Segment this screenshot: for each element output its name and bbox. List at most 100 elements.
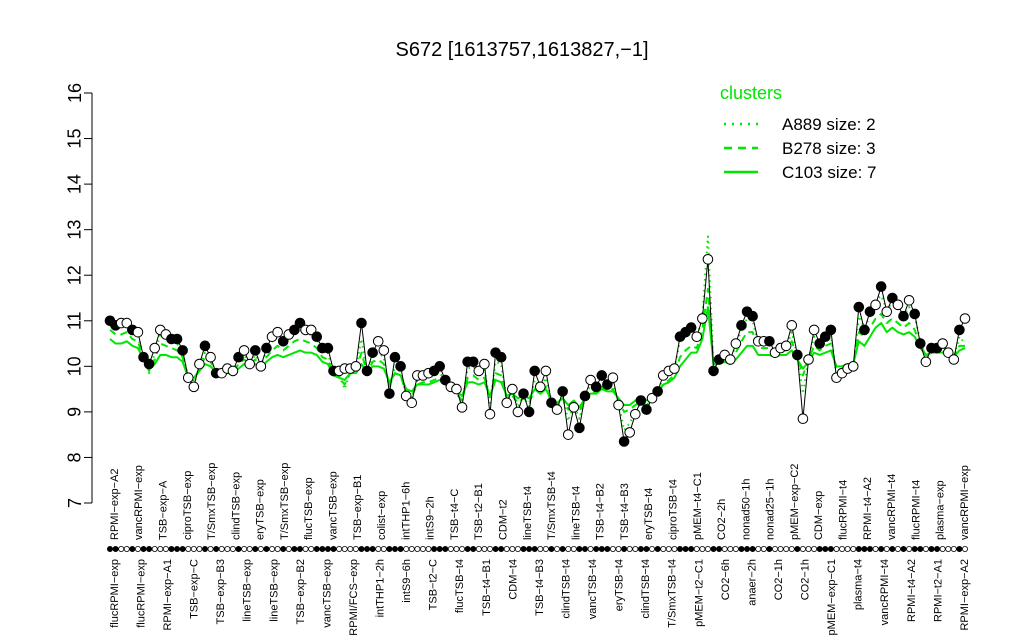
data-point: [691, 331, 703, 343]
sample-dot: [224, 546, 231, 553]
data-point: [574, 422, 585, 434]
data-point: [495, 351, 507, 363]
y-tick-label-8: 8: [65, 452, 85, 462]
sample-dot: [917, 546, 924, 553]
x-bottom-tick-label: CO2−1h: [773, 559, 785, 600]
x-top-tick-label: intS9−2h: [425, 496, 437, 540]
sample-dot: [112, 546, 119, 553]
sample-dot: [805, 546, 812, 553]
sample-dot: [934, 546, 941, 553]
sample-dot: [889, 546, 896, 553]
sample-dot: [201, 546, 208, 553]
sample-dot: [213, 546, 220, 553]
data-point: [389, 351, 401, 363]
data-point: [624, 427, 636, 438]
x-top-tick-label: vancRPMI−t4: [886, 474, 898, 540]
x-top-tick-label: intTHP1−6h: [400, 482, 412, 540]
x-bottom-tick-label: CDM−t4: [507, 559, 519, 600]
sample-dot: [811, 546, 818, 553]
sample-dot: [302, 546, 309, 553]
x-top-tick-label: vancRPMI−exp: [133, 465, 145, 540]
x-bottom-tick-label: pMEM−exp−C1: [826, 559, 838, 635]
sample-dot: [565, 546, 572, 553]
sample-dot: [677, 546, 684, 553]
x-top-tick-label: ciproTSB−exp: [182, 471, 194, 540]
data-point: [182, 372, 194, 384]
data-point: [920, 356, 932, 368]
sample-dot: [341, 546, 348, 553]
sample-dot: [509, 546, 516, 553]
sample-dot: [285, 546, 292, 553]
data-point: [171, 333, 183, 345]
sample-dot: [772, 546, 779, 553]
sample-dot: [637, 546, 644, 553]
sample-dot: [218, 546, 225, 553]
x-top-tick-label: lineTSB−t4: [522, 486, 534, 540]
sample-dot: [146, 546, 153, 553]
x-bottom-tick-label: vancRPMI−t4: [879, 559, 891, 625]
sample-dot: [185, 546, 192, 553]
sample-dot: [693, 546, 700, 553]
x-top-tick-label: TSB−t2−B1: [473, 483, 485, 540]
sample-dot: [324, 546, 331, 553]
sample-dot: [855, 546, 862, 553]
sample-dot: [196, 546, 203, 553]
sample-dot: [263, 546, 270, 553]
x-top-tick-label: vancRPMI−exp: [959, 465, 971, 540]
data-point: [272, 326, 283, 338]
data-point: [367, 347, 378, 358]
x-bottom-tick-label: TSB−t4−B1: [481, 559, 493, 616]
x-top-tick-label: vancTSB−exp: [327, 471, 339, 540]
x-bottom-tick-label: vancTSB−t4: [587, 559, 599, 619]
sample-dot: [179, 546, 186, 553]
sample-dot: [492, 546, 499, 553]
sample-dot: [542, 546, 549, 553]
data-point: [914, 338, 926, 349]
sample-dot: [447, 546, 454, 553]
x-top-tick-label: pMEM−t4−C1: [692, 472, 704, 540]
data-point: [937, 338, 948, 349]
data-point: [909, 308, 921, 320]
data-point: [529, 365, 541, 377]
x-bottom-tick-label: TSB−t4−B3: [534, 559, 546, 616]
sample-dot: [168, 546, 175, 553]
sample-dot: [755, 546, 762, 553]
data-point: [669, 363, 680, 374]
sample-dot: [514, 546, 521, 553]
sample-dot: [347, 546, 354, 553]
data-point: [786, 320, 798, 331]
x-top-tick-label: colist−exp: [376, 491, 388, 540]
x-axis-top-labels: RPMI−exp−A2 vancRPMI−exp TSB−exp−A ciproTSB…: [109, 463, 971, 540]
sample-dot: [459, 546, 466, 553]
data-point: [948, 354, 960, 365]
data-point: [870, 299, 881, 311]
sample-dot: [520, 546, 527, 553]
sample-dot: [397, 546, 404, 553]
sample-dot: [632, 546, 639, 553]
sample-dot: [839, 546, 846, 553]
data-point: [395, 361, 406, 372]
sample-dot: [710, 546, 717, 553]
y-tick-label-9: 9: [65, 407, 85, 417]
sample-dot: [766, 546, 773, 553]
cluster-b278-line: [109, 287, 965, 413]
data-point: [898, 310, 909, 322]
data-point: [764, 335, 775, 347]
sample-dot: [760, 546, 767, 553]
x-bottom-tick-label: clindTSB−t4: [560, 559, 572, 619]
x-top-tick-label: TSB−exp−B1: [352, 475, 364, 540]
data-point: [384, 388, 395, 399]
data-point: [808, 324, 820, 336]
sample-dot: [537, 546, 544, 553]
sample-dot: [531, 546, 538, 553]
data-point: [579, 390, 591, 402]
sample-dot: [559, 546, 566, 553]
x-bottom-tick-label: CO2−1h: [800, 559, 812, 600]
sample-dot: [721, 546, 728, 553]
data-point: [797, 413, 809, 425]
legend-label-b278: B278 size: 3: [782, 139, 876, 158]
data-point: [350, 361, 362, 372]
sample-dot: [928, 546, 935, 553]
x-bottom-tick-label: TSB−exp−C: [189, 559, 201, 619]
sample-dot: [403, 546, 410, 553]
